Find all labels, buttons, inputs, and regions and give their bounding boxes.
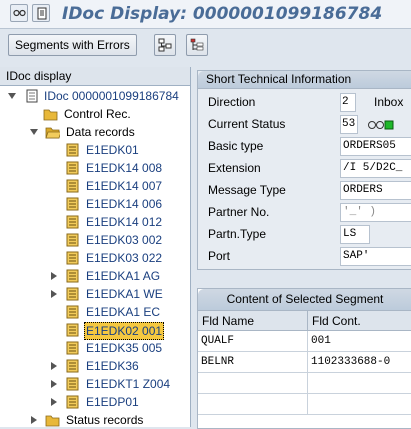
expand-triangle-icon[interactable] (30, 416, 38, 424)
info-label: Basic type (208, 139, 264, 153)
segments-with-errors-button[interactable]: Segments with Errors (8, 34, 137, 56)
info-label: Partn.Type (208, 227, 267, 241)
segment-label: E1EDK36 (86, 359, 139, 373)
tree-structure-button[interactable] (186, 34, 208, 56)
port-value: SAP' (340, 247, 411, 266)
technical-info-header: Short Technical Information (198, 71, 411, 89)
title-bar: IDoc Display: 0000001099186784 (0, 0, 411, 29)
segment-content-panel: Content of Selected Segment Fld Name Fld… (197, 288, 411, 429)
open-folder-icon (45, 127, 60, 139)
empty-cell (198, 373, 308, 394)
segment-document-icon (66, 323, 79, 337)
info-row-message-type: Message Type ORDERS (198, 180, 411, 202)
page-title: IDoc Display: 0000001099186784 (62, 4, 383, 24)
glasses-pencil-icon (13, 9, 26, 17)
expand-triangle-icon[interactable] (50, 362, 58, 370)
info-label: Current Status (208, 117, 286, 131)
segment-label: E1EDKA1 AG (86, 269, 161, 283)
segment-document-icon (66, 197, 79, 211)
basic-type-value: ORDERS05 (340, 137, 411, 156)
info-row-extension: Extension /I 5/D2C_ (198, 158, 411, 180)
info-row-partner-no: Partner No. '_' ) (198, 202, 411, 224)
segment-label: E1EDKT1 Z004 (86, 377, 171, 391)
info-label: Direction (208, 95, 256, 109)
segment-label: E1EDKA1 EC (86, 305, 161, 319)
segment-document-icon (66, 269, 79, 283)
segment-document-icon (66, 377, 79, 391)
status-value: 53 (340, 115, 358, 134)
info-row-partner-type: Partn.Type LS (198, 224, 411, 246)
expand-all-button[interactable] (154, 34, 176, 56)
field-name-cell: BELNR (198, 352, 308, 373)
direction-value: 2 (340, 93, 356, 112)
info-label: Message Type (208, 183, 286, 197)
segment-document-icon (66, 143, 79, 157)
segment-label: E1EDK03 002 (86, 233, 163, 247)
display-change-button[interactable] (10, 4, 28, 22)
tree-control-label: Control Rec. (64, 107, 131, 121)
segment-document-icon (66, 287, 79, 301)
segment-document-icon (66, 341, 79, 355)
empty-cell (198, 394, 308, 415)
hierarchy-icon (190, 38, 204, 51)
collapse-triangle-icon[interactable] (8, 92, 16, 100)
idoc-tree-panel: IDoc display IDoc 0000001099186784 Contr… (0, 67, 191, 427)
segment-document-icon (66, 179, 79, 193)
empty-cell (308, 394, 411, 415)
segment-label: E1EDKA1 WE (86, 287, 163, 301)
info-label: Port (208, 249, 231, 263)
segment-document-icon (66, 395, 79, 409)
document-icon (37, 7, 47, 20)
segment-document-icon (66, 161, 79, 175)
field-content-cell[interactable]: 001 (308, 331, 411, 352)
info-label: Partner No. (208, 205, 270, 219)
segment-document-icon (66, 233, 79, 247)
folder-icon (43, 109, 58, 121)
tree-status-label: Status records (66, 413, 144, 427)
tree-header: IDoc display (0, 67, 190, 86)
partner-no-value: '_' ) (340, 203, 411, 222)
partner-type-value: LS (340, 225, 370, 244)
empty-cell (308, 373, 411, 394)
folder-icon (45, 415, 60, 427)
expand-triangle-icon[interactable] (50, 380, 58, 388)
column-header-field-content[interactable]: Fld Cont. (308, 311, 411, 331)
segment-label: E1EDK14 008 (86, 161, 163, 175)
idoc-document-icon (26, 89, 38, 103)
expand-triangle-icon[interactable] (50, 290, 58, 298)
segment-label: E1EDK14 012 (86, 215, 163, 229)
traffic-light-icon (368, 120, 394, 130)
segment-label: E1EDP01 (86, 395, 139, 409)
segment-document-icon (66, 251, 79, 265)
tree-root-label: IDoc 0000001099186784 (44, 89, 179, 103)
message-type-value: ORDERS (340, 181, 411, 200)
segment-document-icon (66, 305, 79, 319)
segment-label: E1EDK03 022 (86, 251, 163, 265)
segment-label: E1EDK35 005 (86, 341, 163, 355)
segment-label: E1EDK14 006 (86, 197, 163, 211)
application-toolbar: Segments with Errors (0, 29, 411, 62)
field-name-cell: QUALF (198, 331, 308, 352)
segment-document-icon (66, 215, 79, 229)
technical-info-panel: Short Technical Information Direction 2 … (197, 70, 411, 270)
info-label: Extension (208, 161, 261, 175)
other-object-button[interactable] (32, 4, 50, 22)
info-row-basic-type: Basic type ORDERS05 (198, 136, 411, 158)
expand-triangle-icon[interactable] (50, 398, 58, 406)
extension-value: /I 5/D2C_ (340, 159, 411, 178)
segment-content-header: Content of Selected Segment (198, 289, 411, 311)
info-row-direction: Direction 2 Inbox (198, 92, 411, 114)
info-row-port: Port SAP' (198, 246, 411, 268)
tree-data-records-label: Data records (66, 125, 135, 139)
column-header-field-name[interactable]: Fld Name (198, 311, 308, 331)
segment-document-icon (66, 359, 79, 373)
field-content-cell[interactable]: 1102333688-0 (308, 352, 411, 373)
collapse-triangle-icon[interactable] (30, 128, 38, 136)
direction-text: Inbox (374, 95, 404, 109)
info-row-current-status: Current Status 53 (198, 114, 411, 136)
segment-label: E1EDK01 (86, 143, 139, 157)
expand-triangle-icon[interactable] (50, 272, 58, 280)
segment-label: E1EDK14 007 (86, 179, 163, 193)
tree-expand-icon (158, 38, 172, 52)
